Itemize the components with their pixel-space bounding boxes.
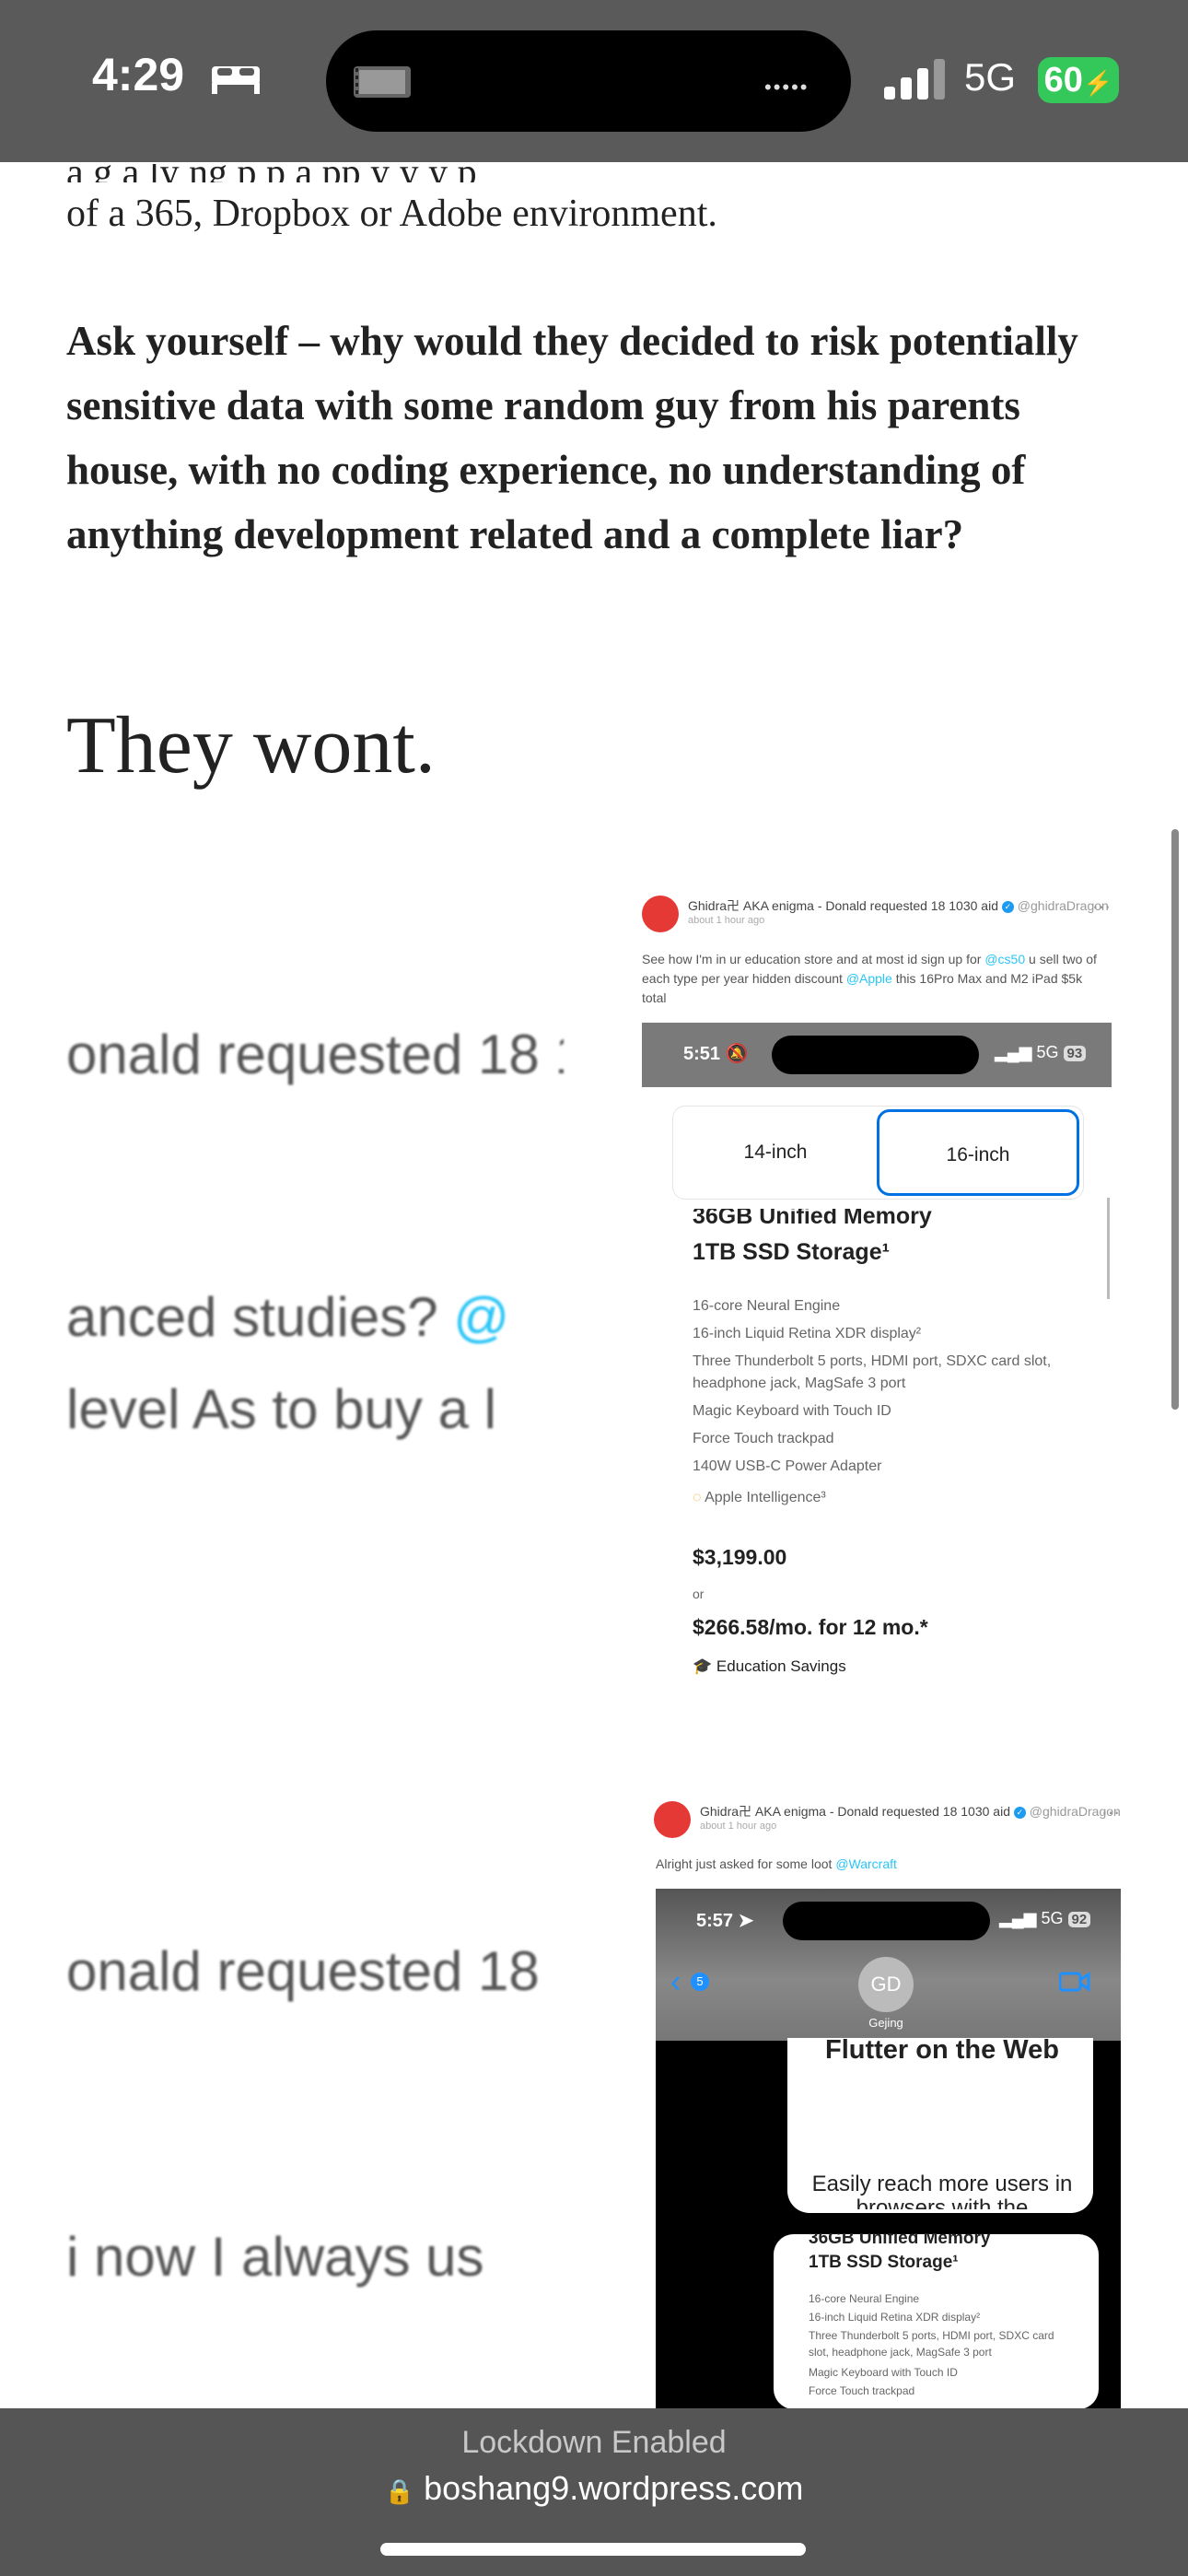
battery-level: 60 (1043, 61, 1083, 100)
embedded-status-right: ▂▄▆ 5G 92 (999, 1909, 1091, 1928)
embedded-battery: 92 (1067, 1912, 1091, 1927)
embedded-scrollbar (1107, 1198, 1110, 1299)
battery-indicator: 60⚡ (1038, 57, 1119, 103)
article-bold-paragraph: Ask yourself – why would they decided to… (66, 318, 1078, 557)
spec-item: 16-inch Liquid Retina XDR display² (693, 1326, 922, 1341)
zoomed-text-part: anced studies? (66, 1286, 454, 1348)
memory-spec: 36GB Unified Memory (693, 1209, 932, 1229)
embedded-dynamic-island (783, 1902, 990, 1940)
bubble-text: Easily reach more users in browsers with… (811, 2172, 1073, 2209)
embedded-status-right: ▂▄▆ 5G 93 (995, 1043, 1087, 1062)
home-indicator[interactable] (380, 2543, 806, 2556)
embedded-time-label: 5:57 (696, 1911, 734, 1931)
embedded-network: 5G (1041, 1909, 1064, 1927)
apple-intelligence-label: Apple Intelligence³ (705, 1490, 826, 1505)
unread-badge: 5 (691, 1973, 709, 1991)
tweet-time: about 1 hour ago (688, 915, 765, 926)
embedded-time: 5:57 ➤ (696, 1909, 753, 1932)
zoomed-text: onald requested 18 (66, 1940, 540, 2002)
mute-bell-icon: 🔕 (725, 1044, 749, 1064)
spec-item: 16-core Neural Engine (809, 2292, 920, 2305)
back-chevron-icon[interactable]: ‹ (670, 1964, 681, 2000)
embedded-time-label: 5:51 (683, 1044, 721, 1064)
zoomed-mention: @ (453, 1286, 510, 1348)
url-text: boshang9.wordpress.com (424, 2469, 804, 2507)
embedded-dynamic-island (772, 1036, 979, 1074)
tweet-author[interactable]: Ghidra卍 AKA enigma - Donald requested 18… (688, 896, 1109, 915)
graduation-cap-icon: 🎓 (693, 1657, 713, 1675)
sleep-focus-icon (212, 66, 260, 94)
tweet-text: See how I'm in ur education store and at… (642, 950, 1102, 1008)
avatar[interactable] (654, 1801, 691, 1838)
tweet-author[interactable]: Ghidra卍 AKA enigma - Donald requested 18… (700, 1802, 1121, 1821)
film-icon (354, 66, 411, 98)
monthly-price: $266.58/mo. for 12 mo.* (693, 1615, 928, 1639)
spec-item: Force Touch trackpad (693, 1431, 834, 1446)
tab-14-inch[interactable]: 14-inch (674, 1109, 877, 1196)
tweet-text-part: See how I'm in ur education store and at… (642, 952, 985, 966)
storage-spec: 1TB SSD Storage¹ (693, 1239, 890, 1265)
tab-16-inch[interactable]: 16-inch (877, 1109, 1079, 1196)
apple-intelligence: ◌ Apple Intelligence³ (693, 1487, 826, 1509)
mention-link[interactable]: @Warcraft (835, 1856, 897, 1871)
zoomed-text: i now I always us (66, 2226, 484, 2288)
status-time: 4:29 (92, 49, 185, 100)
spec-item: Magic Keyboard with Touch ID (809, 2366, 958, 2379)
activity-dots-icon: ••••• (764, 76, 809, 99)
education-savings[interactable]: 🎓 Education Savings (693, 1657, 846, 1676)
spec-item: Three Thunderbolt 5 ports, HDMI port, SD… (809, 2329, 1054, 2359)
address-bar[interactable]: 🔒 boshang9.wordpress.com (0, 2469, 1188, 2508)
embedded-battery: 93 (1063, 1046, 1087, 1061)
mention-link[interactable]: @Apple (846, 971, 892, 986)
lock-icon: 🔒 (384, 2477, 415, 2505)
contact-name[interactable]: Gejing (840, 2016, 932, 2030)
bubble-title: Flutter on the Web (824, 2035, 1059, 2065)
memory-spec: 36GB Unified Memory (809, 2233, 991, 2248)
apple-intelligence-icon: ◌ (693, 1490, 702, 1505)
charging-bolt-icon: ⚡ (1082, 69, 1113, 97)
article-paragraph: of a 365, Dropbox or Adobe environment. (66, 193, 717, 235)
author-name: Ghidra卍 AKA enigma - Donald requested 18… (688, 898, 998, 913)
mention-link[interactable]: @cs50 (984, 952, 1025, 966)
spec-item: 16-inch Liquid Retina XDR display² (809, 2311, 981, 2324)
signal-icon: ▂▄▆ (995, 1043, 1032, 1061)
article-heading: They wont. (66, 701, 436, 790)
embedded-time: 5:51 🔕 (683, 1042, 749, 1065)
price-or: or (693, 1587, 705, 1601)
price: $3,199.00 (693, 1545, 787, 1569)
education-label: Education Savings (716, 1657, 846, 1675)
embedded-network: 5G (1036, 1043, 1059, 1061)
spec-item: 16-core Neural Engine (693, 1298, 841, 1314)
zoomed-text: onald requested 18 1 (66, 1024, 564, 1085)
zoomed-text: anced studies? @ (66, 1285, 564, 1359)
location-arrow-icon: ➤ (738, 1911, 754, 1931)
zoomed-text: level As to buy a l (66, 1378, 496, 1440)
video-call-icon[interactable] (1059, 1970, 1090, 1994)
partial-text-line: a g a ly ng p p a pp y y y p (66, 164, 1125, 182)
more-icon[interactable]: ⋯ (1101, 1801, 1120, 1824)
lockdown-label: Lockdown Enabled (461, 2425, 727, 2460)
tweet-text: Alright just asked for some loot @Warcra… (656, 1855, 1098, 1874)
more-icon[interactable]: ⋯ (1092, 896, 1111, 919)
verified-icon: ✓ (1001, 900, 1014, 913)
network-type: 5G (964, 55, 1017, 99)
spec-item: Force Touch trackpad (809, 2384, 915, 2397)
spec-item: Magic Keyboard with Touch ID (693, 1403, 891, 1419)
signal-icon: ▂▄▆ (999, 1909, 1037, 1927)
author-name: Ghidra卍 AKA enigma - Donald requested 18… (700, 1804, 1010, 1819)
contact-avatar[interactable]: GD (858, 1957, 914, 2012)
spec-item: 140W USB-C Power Adapter (693, 1458, 882, 1474)
tweet-time: about 1 hour ago (700, 1821, 777, 1832)
verified-icon: ✓ (1013, 1806, 1026, 1819)
storage-spec: 1TB SSD Storage¹ (809, 2253, 959, 2272)
page-scrollbar[interactable] (1171, 829, 1179, 1410)
tweet-text-part: Alright just asked for some loot (656, 1856, 836, 1871)
spec-item: Three Thunderbolt 5 ports, HDMI port, SD… (693, 1353, 1052, 1391)
cellular-signal-icon (884, 59, 945, 100)
avatar[interactable] (642, 896, 679, 932)
